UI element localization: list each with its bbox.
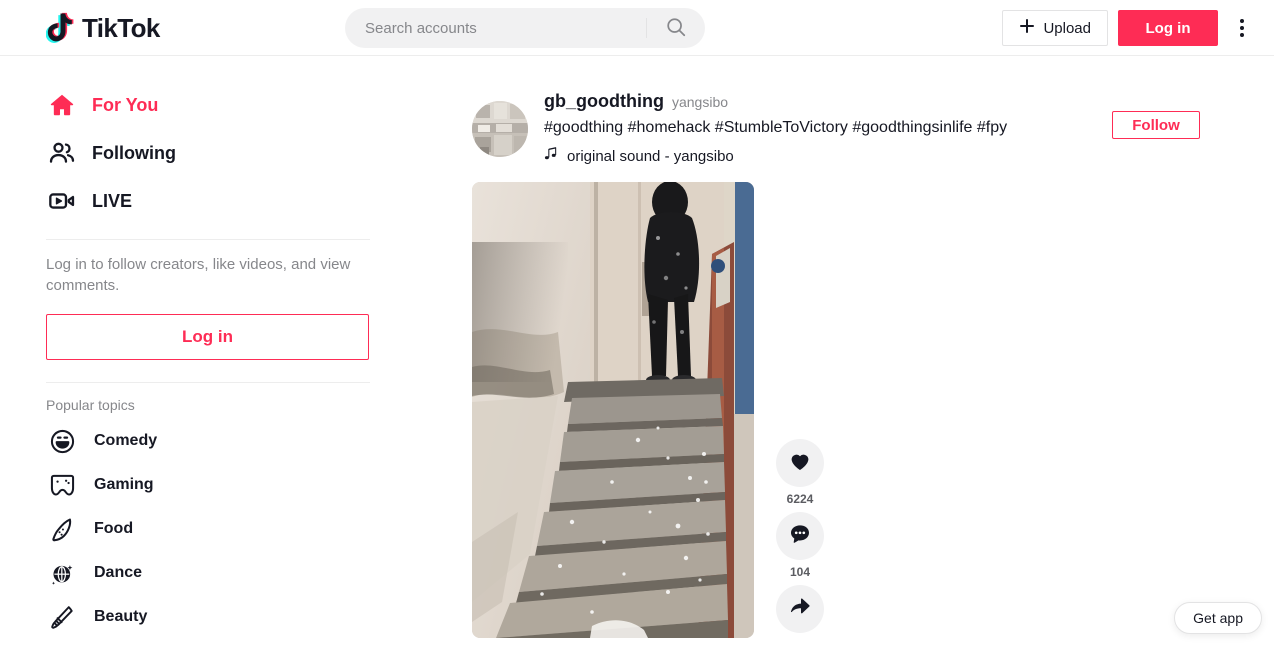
author-row: gb_goodthing yangsibo xyxy=(544,91,1184,112)
post-actions: 6224 104 xyxy=(776,439,824,638)
login-prompt-text: Log in to follow creators, like videos, … xyxy=(46,256,351,294)
avatar[interactable] xyxy=(472,101,528,157)
video-post: gb_goodthing yangsibo #goodthing #homeha… xyxy=(416,57,1274,639)
search-bar[interactable] xyxy=(345,8,705,48)
tiktok-logo[interactable]: TikTok xyxy=(45,11,160,45)
topic-label: Food xyxy=(94,520,134,537)
header-actions: Upload Log in xyxy=(1002,10,1256,46)
music-row[interactable]: original sound - yangsibo xyxy=(544,146,1184,166)
post-caption: #goodthing #homehack #StumbleToVictory #… xyxy=(544,119,1008,136)
sidebar-label: Following xyxy=(92,142,176,163)
music-note-icon xyxy=(544,146,559,166)
search-input[interactable] xyxy=(345,19,646,37)
feed-column: gb_goodthing yangsibo #goodthing #homeha… xyxy=(416,57,1274,646)
like-button[interactable]: 6224 xyxy=(776,439,824,506)
video-row: 6224 104 xyxy=(472,182,1274,639)
search-button[interactable] xyxy=(647,8,705,48)
topic-item-comedy[interactable]: Comedy xyxy=(46,419,370,463)
smiley-face-icon xyxy=(46,425,78,457)
gamepad-icon xyxy=(46,469,78,501)
music-title: original sound - yangsibo xyxy=(567,147,734,165)
video-player[interactable] xyxy=(472,182,754,639)
sidebar-divider-bottom xyxy=(46,382,370,383)
pizza-slice-icon xyxy=(46,513,78,545)
follow-button[interactable]: Follow xyxy=(1112,111,1200,139)
top-header: TikTok Upload Log in xyxy=(0,0,1274,56)
share-button[interactable] xyxy=(776,585,824,638)
post-text-block: gb_goodthing yangsibo #goodthing #homeha… xyxy=(544,91,1184,166)
topic-item-beauty[interactable]: Beauty xyxy=(46,595,370,639)
sidebar-label: LIVE xyxy=(92,190,133,211)
logo-wordmark: TikTok xyxy=(82,13,160,43)
author-username[interactable]: gb_goodthing xyxy=(544,91,664,112)
popular-topics-title: Popular topics xyxy=(46,397,135,413)
sidebar-label: For You xyxy=(92,94,159,115)
comment-count: 104 xyxy=(789,565,811,580)
like-icon-circle xyxy=(776,439,824,488)
heart-icon xyxy=(788,449,812,478)
author-nickname: yangsibo xyxy=(671,94,729,110)
kebab-dot xyxy=(1240,33,1244,37)
sidebar: For You Following LIVE Log in to follow … xyxy=(0,57,416,646)
topic-item-gaming[interactable]: Gaming xyxy=(46,463,370,507)
login-button[interactable]: Log in xyxy=(1118,10,1218,46)
kebab-menu-icon[interactable] xyxy=(1228,10,1256,46)
sidebar-item-following[interactable]: Following xyxy=(46,129,370,177)
search-icon xyxy=(665,16,687,41)
disco-ball-icon xyxy=(46,557,78,589)
home-icon xyxy=(46,89,78,121)
sidebar-divider-top xyxy=(46,239,370,240)
kebab-dot xyxy=(1240,26,1244,30)
sidebar-login-button[interactable]: Log in xyxy=(46,314,369,360)
plus-icon xyxy=(1019,18,1035,38)
topic-item-dance[interactable]: Dance xyxy=(46,551,370,595)
like-count: 6224 xyxy=(786,492,814,507)
kebab-dot xyxy=(1240,19,1244,23)
comment-icon-circle xyxy=(776,512,824,561)
sidebar-item-for-you[interactable]: For You xyxy=(46,81,370,129)
tiktok-note-icon xyxy=(45,11,76,45)
topic-label: Gaming xyxy=(94,476,154,493)
topic-label: Beauty xyxy=(94,608,148,625)
get-app-button[interactable]: Get app xyxy=(1174,602,1262,634)
sidebar-item-live[interactable]: LIVE xyxy=(46,177,370,225)
upload-label: Upload xyxy=(1043,19,1091,37)
upload-button[interactable]: Upload xyxy=(1002,10,1108,46)
makeup-brush-icon xyxy=(46,601,78,633)
share-icon-circle xyxy=(776,585,824,634)
topic-label: Comedy xyxy=(94,432,158,449)
people-icon xyxy=(46,137,78,169)
topic-label: Dance xyxy=(94,564,143,581)
share-arrow-icon xyxy=(788,595,812,624)
live-video-icon xyxy=(46,185,78,217)
topic-item-food[interactable]: Food xyxy=(46,507,370,551)
speech-bubble-icon xyxy=(788,522,812,551)
comment-button[interactable]: 104 xyxy=(776,512,824,579)
